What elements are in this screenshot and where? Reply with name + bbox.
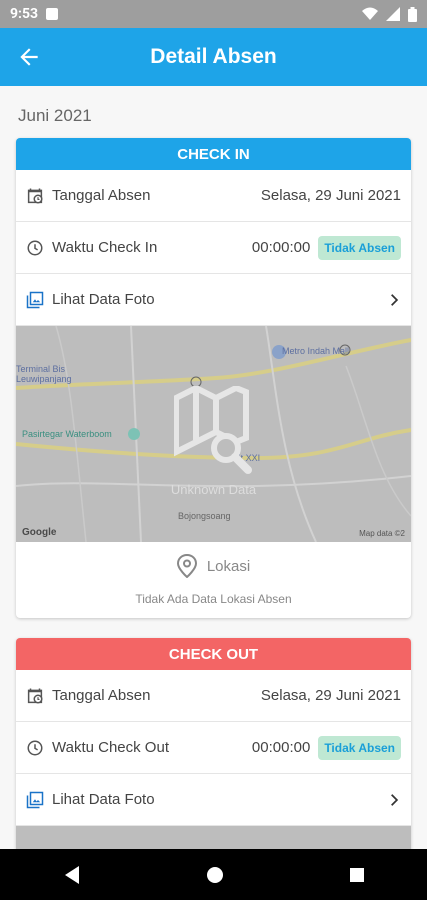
map-place-label: Bojongsoang	[178, 511, 231, 521]
check-out-time-label: Waktu Check Out	[52, 739, 169, 756]
check-in-card: CHECK IN Tanggal Absen Selasa, 29 Juni 2…	[16, 138, 411, 618]
location-pin-icon	[176, 554, 197, 578]
check-in-location: Lokasi Tidak Ada Data Lokasi Absen	[16, 542, 411, 618]
check-out-date-row: Tanggal Absen Selasa, 29 Juni 2021	[16, 670, 411, 722]
page-title: Detail Absen	[150, 45, 277, 68]
chevron-right-icon	[391, 793, 399, 806]
nav-back-icon[interactable]	[63, 865, 81, 885]
clock-icon	[27, 240, 43, 255]
app-bar: Detail Absen	[0, 28, 427, 86]
check-in-date-label: Tanggal Absen	[52, 187, 151, 204]
map-place-label: Metro Indah Mall	[282, 346, 350, 356]
check-out-time-value: 00:00:00	[251, 739, 311, 756]
check-in-date-row: Tanggal Absen Selasa, 29 Juni 2021	[16, 170, 411, 222]
battery-icon	[408, 6, 417, 22]
check-out-photo-label: Lihat Data Foto	[52, 791, 155, 808]
clock-icon	[27, 740, 43, 755]
check-in-header: CHECK IN	[16, 138, 411, 170]
nav-home-icon[interactable]	[206, 866, 224, 884]
status-bar: 9:53	[0, 0, 427, 28]
check-out-header: CHECK OUT	[16, 638, 411, 670]
check-out-map[interactable]	[16, 826, 411, 849]
system-nav-bar	[0, 849, 427, 900]
check-in-status-badge: Tidak Absen	[318, 235, 401, 260]
status-time: 9:53	[10, 6, 39, 22]
check-in-map[interactable]: Metro Indah Mall Terminal Bis Leuwipanja…	[16, 326, 411, 542]
check-out-photo-row[interactable]: Lihat Data Foto	[16, 774, 411, 826]
content-scroll[interactable]: Juni 2021 CHECK IN Tanggal Absen Selasa,…	[0, 86, 427, 849]
check-out-date-label: Tanggal Absen	[52, 687, 151, 704]
map-data-attribution: Map data ©2	[359, 529, 405, 538]
back-arrow-icon[interactable]	[16, 44, 42, 70]
month-label: Juni 2021	[18, 106, 92, 125]
check-in-time-label: Waktu Check In	[52, 239, 158, 256]
check-out-time-row: Waktu Check Out 00:00:00 Tidak Absen	[16, 722, 411, 774]
google-logo: Google	[22, 527, 57, 538]
check-in-photo-row[interactable]: Lihat Data Foto	[16, 274, 411, 326]
map-search-placeholder-icon	[174, 386, 252, 474]
nav-recents-icon[interactable]	[349, 867, 365, 883]
signal-icon	[386, 7, 400, 21]
map-unknown-label: Unknown Data	[170, 482, 257, 497]
map-place-label: Pasirtegar Waterboom	[22, 429, 112, 439]
check-in-time-value: 00:00:00	[251, 239, 311, 256]
notification-icon	[46, 8, 59, 20]
calendar-clock-icon	[27, 188, 43, 203]
map-place-label: Terminal Bis Leuwipanjang	[16, 364, 72, 384]
check-out-card: CHECK OUT Tanggal Absen Selasa, 29 Juni …	[16, 638, 411, 849]
location-empty-text: Tidak Ada Data Lokasi Absen	[135, 592, 292, 606]
chevron-right-icon	[391, 293, 399, 306]
wifi-icon	[362, 7, 378, 20]
check-in-time-row: Waktu Check In 00:00:00 Tidak Absen	[16, 222, 411, 274]
photo-library-icon	[26, 291, 44, 308]
check-in-date-value: Selasa, 29 Juni 2021	[260, 187, 401, 204]
location-label: Lokasi	[206, 557, 251, 575]
calendar-clock-icon	[27, 688, 43, 703]
photo-library-icon	[26, 791, 44, 808]
check-out-status-badge: Tidak Absen	[318, 735, 401, 760]
check-in-photo-label: Lihat Data Foto	[52, 291, 155, 308]
check-out-date-value: Selasa, 29 Juni 2021	[260, 687, 401, 704]
